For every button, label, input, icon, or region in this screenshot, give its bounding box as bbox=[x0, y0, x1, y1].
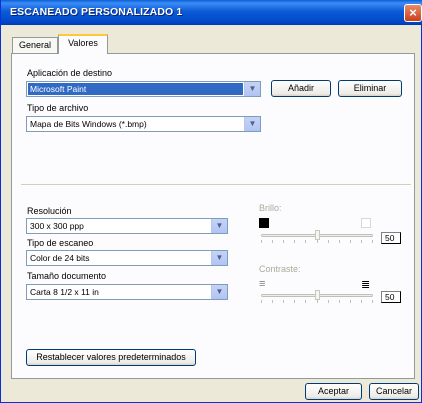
destination-value: Microsoft Paint bbox=[28, 83, 243, 95]
dialog-window: ESCANEADO PERSONALIZADO 1 × General Valo… bbox=[0, 0, 422, 403]
title-bar[interactable]: ESCANEADO PERSONALIZADO 1 × bbox=[1, 0, 422, 25]
destination-label: Aplicación de destino bbox=[27, 68, 113, 78]
chevron-down-icon[interactable]: ▼ bbox=[211, 285, 227, 299]
contrast-label: Contraste: bbox=[259, 264, 301, 274]
destination-select[interactable]: Microsoft Paint ▼ bbox=[26, 81, 261, 97]
close-icon[interactable]: × bbox=[404, 4, 422, 22]
high-contrast-icon: ≣ bbox=[361, 279, 371, 291]
doc-size-select[interactable]: Carta 8 1/2 x 11 in ▼ bbox=[26, 284, 228, 300]
contrast-value-box[interactable]: 50 bbox=[381, 291, 401, 303]
brightness-slider-thumb[interactable] bbox=[315, 230, 320, 240]
add-button[interactable]: Añadir bbox=[271, 80, 331, 97]
separator bbox=[21, 184, 411, 186]
window-title: ESCANEADO PERSONALIZADO 1 bbox=[10, 6, 183, 18]
brightness-value-box[interactable]: 50 bbox=[381, 232, 401, 244]
file-type-value: Mapa de Bits Windows (*.bmp) bbox=[30, 119, 147, 129]
scan-type-label: Tipo de escaneo bbox=[27, 238, 94, 248]
resolution-label: Resolución bbox=[27, 206, 72, 216]
chevron-down-icon[interactable]: ▼ bbox=[244, 82, 260, 96]
scan-type-value: Color de 24 bits bbox=[30, 253, 90, 263]
dark-square-icon bbox=[259, 218, 269, 228]
low-contrast-icon: ≡ bbox=[259, 278, 266, 290]
light-square-icon bbox=[361, 218, 371, 228]
doc-size-value: Carta 8 1/2 x 11 in bbox=[30, 287, 99, 297]
contrast-ticks bbox=[261, 300, 373, 304]
brightness-ticks bbox=[261, 240, 373, 244]
restore-defaults-button[interactable]: Restablecer valores predeterminados bbox=[26, 349, 196, 366]
tab-valores[interactable]: Valores bbox=[58, 34, 108, 54]
ok-button[interactable]: Aceptar bbox=[305, 383, 362, 400]
cancel-button[interactable]: Cancelar bbox=[369, 383, 419, 400]
brightness-label: Brillo: bbox=[259, 203, 282, 213]
file-type-label: Tipo de archivo bbox=[27, 103, 89, 113]
chevron-down-icon[interactable]: ▼ bbox=[244, 117, 260, 131]
contrast-slider-thumb[interactable] bbox=[315, 290, 320, 300]
chevron-down-icon[interactable]: ▼ bbox=[211, 219, 227, 233]
scan-type-select[interactable]: Color de 24 bits ▼ bbox=[26, 250, 228, 266]
doc-size-label: Tamaño documento bbox=[27, 271, 107, 281]
chevron-down-icon[interactable]: ▼ bbox=[211, 251, 227, 265]
tab-panel bbox=[11, 53, 415, 379]
delete-button[interactable]: Eliminar bbox=[338, 80, 402, 97]
resolution-value: 300 x 300 ppp bbox=[30, 221, 84, 231]
resolution-select[interactable]: 300 x 300 ppp ▼ bbox=[26, 218, 228, 234]
tab-general[interactable]: General bbox=[12, 37, 58, 53]
file-type-select[interactable]: Mapa de Bits Windows (*.bmp) ▼ bbox=[26, 116, 261, 132]
